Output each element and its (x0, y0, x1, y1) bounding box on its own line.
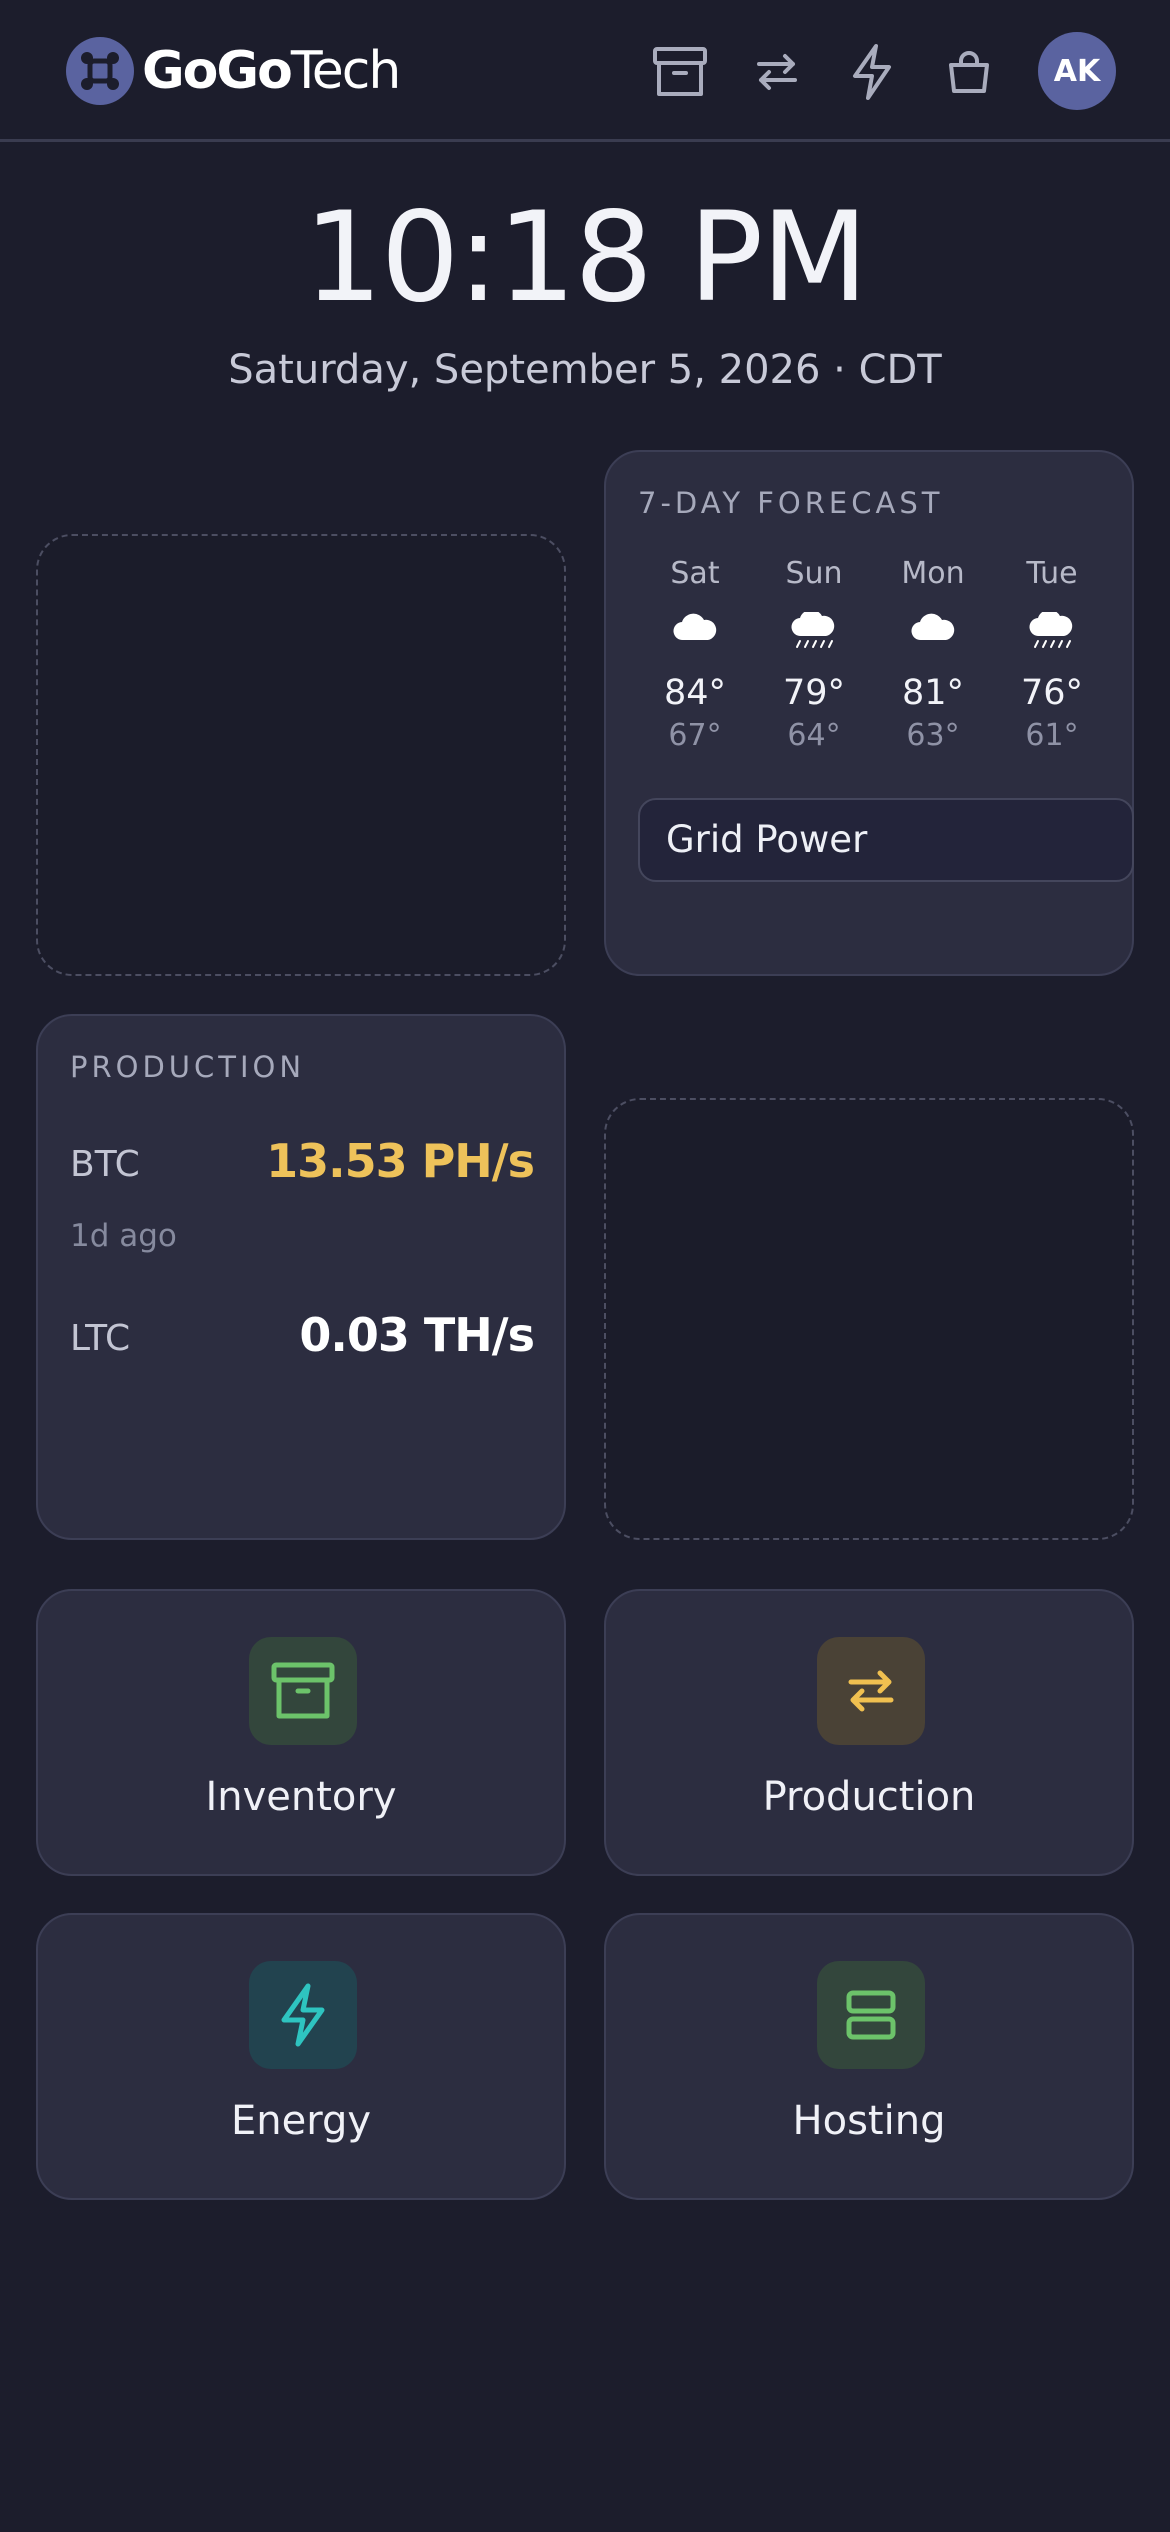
production-tile[interactable]: Production (604, 1589, 1134, 1876)
forecast-day: Sun 79° 64° (755, 554, 873, 756)
logo-mark-icon (66, 37, 134, 105)
lightning-bolt-icon (249, 1961, 357, 2069)
brand-name-bold: GoGo (142, 41, 293, 101)
shop-nav-button[interactable] (937, 40, 1001, 104)
lightning-bolt-icon (853, 44, 891, 100)
shopping-bag-icon (949, 51, 989, 93)
arrows-swap-icon (817, 1637, 925, 1745)
forecast-high: 76° (1020, 673, 1084, 713)
forecast-low: 67° (668, 718, 722, 753)
rain-cloud-icon (993, 612, 1111, 662)
inventory-tile-label: Inventory (205, 1774, 397, 1820)
forecast-day-name: Sat (670, 556, 720, 591)
forecast-day-name: Mon (901, 556, 965, 591)
clock-date: Saturday, September 5, 2026 · CDT (228, 347, 942, 393)
rain-cloud-icon (755, 612, 873, 662)
server-icon (817, 1961, 925, 2069)
forecast-day: Sat 84° 67° (636, 554, 754, 756)
brand-logo[interactable]: GoGoTech (66, 36, 401, 106)
forecast-high: 84° (663, 673, 727, 713)
forecast-card: 7-DAY FORECAST Sat 84° 67° Sun 79° 64° M… (604, 450, 1134, 976)
forecast-high: 79° (782, 673, 846, 713)
production-nav-button[interactable] (745, 40, 809, 104)
energy-nav-button[interactable] (840, 40, 904, 104)
archive-box-icon (653, 47, 707, 96)
forecast-day: Mon 81° 63° (874, 554, 992, 756)
production-title: PRODUCTION (70, 1050, 306, 1084)
energy-tile-label: Energy (230, 2098, 372, 2144)
forecast-day-name: Sun (785, 556, 843, 591)
production-card[interactable]: PRODUCTION BTC 13.53 PH/s 1d ago LTC 0.0… (36, 1014, 566, 1540)
inventory-tile[interactable]: Inventory (36, 1589, 566, 1876)
forecast-low: 61° (1025, 718, 1079, 753)
grid-power-button[interactable]: Grid Power (638, 798, 1134, 882)
clock-time: 10:18 PM (303, 186, 869, 330)
forecast-day-name: Tue (1026, 556, 1078, 591)
forecast-day: Tue 76° 61° (993, 554, 1111, 756)
forecast-title: 7-DAY FORECAST (638, 486, 944, 520)
hosting-tile-label: Hosting (792, 2098, 946, 2144)
ltc-hashrate: 0.03 TH/s (299, 1308, 535, 1362)
arrows-swap-icon (757, 54, 797, 90)
empty-widget-slot-left[interactable] (36, 534, 566, 976)
ltc-label: LTC (70, 1318, 131, 1359)
hosting-tile[interactable]: Hosting (604, 1913, 1134, 2200)
production-tile-label: Production (762, 1774, 976, 1820)
energy-tile[interactable]: Energy (36, 1913, 566, 2200)
inventory-nav-button[interactable] (648, 40, 712, 104)
btc-hashrate: 13.53 PH/s (266, 1134, 535, 1188)
brand-name-light: Tech (290, 41, 401, 101)
forecast-low: 64° (787, 718, 841, 753)
empty-widget-slot-right[interactable] (604, 1098, 1134, 1540)
user-avatar[interactable]: AK (1038, 32, 1116, 110)
btc-label: BTC (70, 1144, 140, 1185)
archive-box-icon (249, 1637, 357, 1745)
forecast-low: 63° (906, 718, 960, 753)
btc-last-updated: 1d ago (70, 1218, 177, 1254)
top-bar: GoGoTech AK (0, 0, 1170, 142)
cloud-icon (874, 612, 992, 662)
brand-name: GoGoTech (142, 41, 401, 101)
forecast-high: 81° (901, 673, 965, 713)
cloud-icon (636, 612, 754, 662)
